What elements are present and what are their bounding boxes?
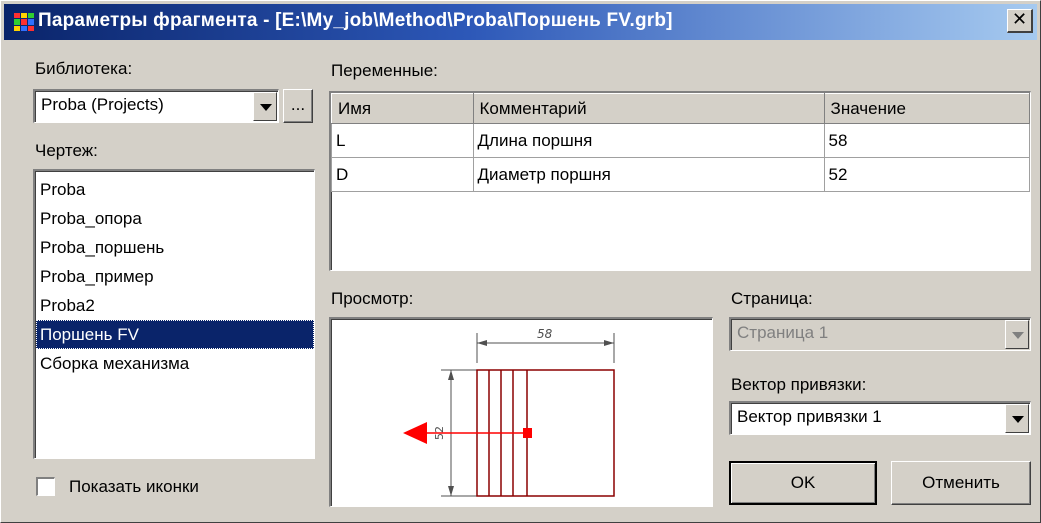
show-icons-label: Показать иконки (69, 477, 199, 496)
drawing-label: Чертеж: (35, 141, 98, 160)
drawing-list[interactable]: Proba Proba_опора Proba_поршень Proba_приме… (33, 169, 315, 459)
variables-table[interactable]: Имя Комментарий Значение L Длина поршня … (329, 91, 1031, 271)
page-select[interactable]: Страница 1 (729, 317, 1031, 351)
variable-value-cell[interactable]: 52 (823, 157, 1030, 192)
table-row[interactable]: L Длина поршня 58 (331, 123, 1030, 158)
app-grid-icon (14, 13, 34, 31)
preview-panel: 58 52 (329, 317, 713, 507)
variable-name-cell[interactable]: L (331, 123, 474, 158)
dialog-window: Параметры фрагмента - [E:\My_job\Method\… (0, 0, 1041, 523)
preview-drawing: 58 52 (403, 327, 615, 497)
page-value: Страница 1 (737, 323, 829, 342)
list-item[interactable]: Поршень FV (36, 320, 314, 349)
column-header-name[interactable]: Имя (331, 93, 474, 124)
variable-comment-cell[interactable]: Длина поршня (472, 123, 825, 158)
anchor-point (523, 428, 532, 438)
list-item[interactable]: Proba_поршень (36, 233, 314, 262)
list-item[interactable]: Proba_опора (36, 204, 314, 233)
column-header-comment[interactable]: Комментарий (472, 93, 825, 124)
library-value: Proba (Projects) (41, 95, 164, 114)
dim-arrow-left (477, 340, 487, 346)
list-item[interactable]: Proba2 (36, 291, 314, 320)
anchor-label: Вектор привязки: (731, 375, 867, 394)
list-item[interactable]: Сборка механизма (36, 349, 314, 378)
show-icons-checkbox[interactable] (36, 477, 55, 496)
preview-label: Просмотр: (331, 289, 414, 308)
list-item[interactable]: Proba_пример (36, 262, 314, 291)
window-title: Параметры фрагмента - [E:\My_job\Method\… (38, 10, 673, 31)
variable-comment-cell[interactable]: Диаметр поршня (472, 157, 825, 192)
anchor-value: Вектор привязки 1 (737, 407, 882, 426)
page-label: Страница: (731, 289, 813, 308)
library-select[interactable]: Proba (Projects) (33, 89, 279, 123)
chevron-down-icon[interactable] (1005, 320, 1029, 349)
dim-arrow-right (604, 340, 614, 346)
chevron-down-icon[interactable] (253, 92, 277, 121)
chevron-down-icon[interactable] (1005, 404, 1029, 433)
library-label: Библиотека: (35, 59, 133, 78)
column-header-value[interactable]: Значение (823, 93, 1030, 124)
cancel-button[interactable]: Отменить (891, 461, 1031, 505)
ok-button[interactable]: OK (729, 461, 877, 505)
variable-value-cell[interactable]: 58 (823, 123, 1030, 158)
anchor-vector-arrow (403, 422, 427, 444)
list-item[interactable]: Proba (36, 175, 314, 204)
title-bar[interactable]: Параметры фрагмента - [E:\My_job\Method\… (4, 4, 1037, 40)
table-row[interactable]: D Диаметр поршня 52 (331, 157, 1030, 192)
variables-label: Переменные: (331, 61, 438, 80)
variable-name-cell[interactable]: D (331, 157, 474, 192)
close-icon[interactable]: ✕ (1007, 9, 1033, 33)
dim-arrow-down (448, 486, 454, 496)
anchor-select[interactable]: Вектор привязки 1 (729, 401, 1031, 435)
library-browse-button[interactable]: ... (283, 89, 313, 123)
dimension-label: 58 (537, 327, 553, 341)
dim-arrow-up (448, 370, 454, 380)
